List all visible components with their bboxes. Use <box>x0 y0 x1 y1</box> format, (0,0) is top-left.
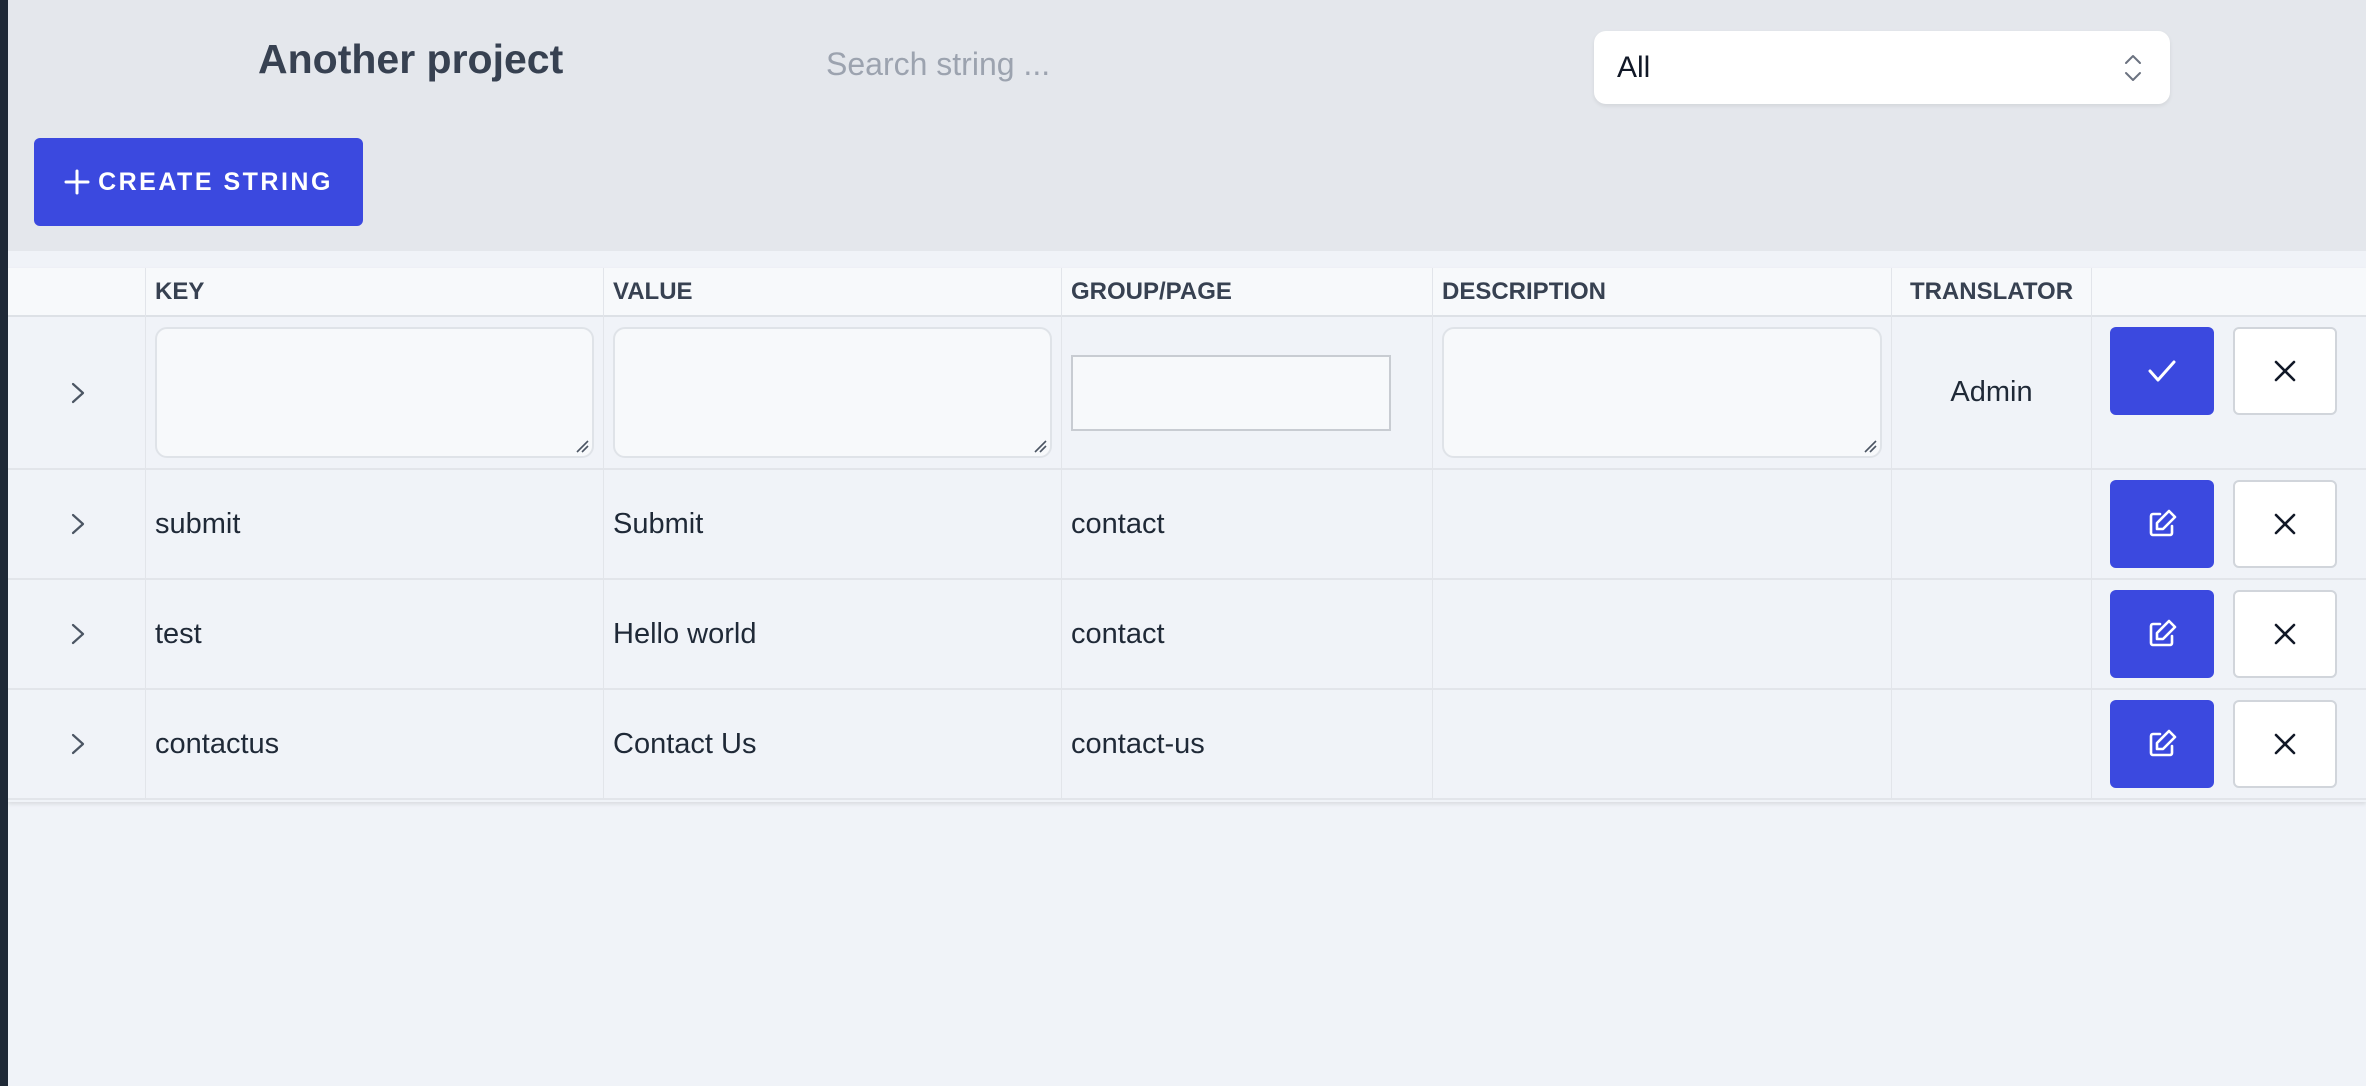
table-row: submit Submit contact <box>8 470 2366 580</box>
translator-value <box>1892 690 2091 798</box>
description-cell <box>1432 690 1891 798</box>
value-cell: Hello world <box>603 580 1061 688</box>
key-cell: contactus <box>145 690 603 798</box>
actions-cell <box>2091 317 2366 468</box>
string-value: Contact Us <box>613 727 757 760</box>
close-icon <box>2274 360 2296 382</box>
filter-select-value: All <box>1617 51 1651 84</box>
edit-icon <box>2149 509 2177 537</box>
translator-cell <box>1891 580 2091 688</box>
check-icon <box>2148 360 2176 382</box>
edit-icon <box>2149 619 2177 647</box>
translator-cell <box>1891 470 2091 578</box>
key-value: submit <box>155 507 241 540</box>
table-row: test Hello world contact <box>8 580 2366 690</box>
group-value: contact <box>1071 507 1165 540</box>
group-input[interactable] <box>1071 355 1391 431</box>
description-cell <box>1432 317 1891 468</box>
resize-grip-icon[interactable] <box>1863 439 1877 453</box>
column-header-key[interactable]: KEY <box>145 268 603 317</box>
confirm-button[interactable] <box>2110 327 2214 415</box>
close-icon <box>2274 513 2296 535</box>
expand-cell <box>8 580 145 688</box>
select-arrows-icon <box>2125 55 2141 81</box>
value-cell: Contact Us <box>603 690 1061 798</box>
close-icon <box>2274 733 2296 755</box>
group-cell: contact <box>1061 470 1432 578</box>
group-cell: contact-us <box>1061 690 1432 798</box>
translator-value <box>1892 580 2091 688</box>
group-cell: contact <box>1061 580 1432 688</box>
resize-grip-icon[interactable] <box>575 439 589 453</box>
group-value: contact-us <box>1071 727 1205 760</box>
key-cell: submit <box>145 470 603 578</box>
chevron-right-icon[interactable] <box>70 512 86 536</box>
description-cell <box>1432 470 1891 578</box>
expand-cell <box>8 317 145 468</box>
column-header-actions <box>2091 268 2366 317</box>
delete-button[interactable] <box>2233 700 2337 788</box>
table-header: KEY VALUE GROUP/PAGE DESCRIPTION TRANSLA… <box>8 268 2366 317</box>
description-textarea[interactable] <box>1442 327 1882 458</box>
actions-cell <box>2091 580 2366 688</box>
resize-grip-icon[interactable] <box>1033 439 1047 453</box>
search-input[interactable] <box>826 34 1346 94</box>
value-cell <box>603 317 1061 468</box>
edit-button[interactable] <box>2110 590 2214 678</box>
edit-button[interactable] <box>2110 700 2214 788</box>
actions-cell <box>2091 470 2366 578</box>
chevron-right-icon[interactable] <box>70 381 86 405</box>
translator-value: Admin <box>1950 376 2033 408</box>
project-title: Another project <box>258 36 564 82</box>
value-textarea[interactable] <box>613 327 1052 458</box>
create-string-button[interactable]: CREATE STRING <box>34 138 363 226</box>
column-header-description[interactable]: DESCRIPTION <box>1432 268 1891 317</box>
page-header: Another project All CREATE STRING <box>8 0 2366 251</box>
key-cell: test <box>145 580 603 688</box>
strings-table: KEY VALUE GROUP/PAGE DESCRIPTION TRANSLA… <box>8 268 2366 802</box>
chevron-right-icon[interactable] <box>70 732 86 756</box>
delete-button[interactable] <box>2233 590 2337 678</box>
column-header-expand <box>8 268 145 317</box>
key-value: test <box>155 617 202 650</box>
key-cell <box>145 317 603 468</box>
page: Another project All CREATE STRING KEY VA… <box>8 0 2366 1086</box>
edit-button[interactable] <box>2110 480 2214 568</box>
edit-icon <box>2149 729 2177 757</box>
key-value: contactus <box>155 727 280 760</box>
string-value: Hello world <box>613 617 757 650</box>
string-value: Submit <box>613 507 704 540</box>
actions-cell <box>2091 690 2366 798</box>
group-value: contact <box>1071 617 1165 650</box>
expand-cell <box>8 470 145 578</box>
column-header-group[interactable]: GROUP/PAGE <box>1061 268 1432 317</box>
column-header-translator[interactable]: TRANSLATOR <box>1891 268 2091 317</box>
filter-select[interactable]: All <box>1594 31 2170 104</box>
group-cell <box>1061 317 1432 468</box>
translator-cell <box>1891 690 2091 798</box>
close-icon <box>2274 623 2296 645</box>
column-header-value[interactable]: VALUE <box>603 268 1061 317</box>
expand-cell <box>8 690 145 798</box>
description-cell <box>1432 580 1891 688</box>
chevron-right-icon[interactable] <box>70 622 86 646</box>
cancel-button[interactable] <box>2233 327 2337 415</box>
create-string-label: CREATE STRING <box>98 167 333 196</box>
table-row: contactus Contact Us contact-us <box>8 690 2366 800</box>
plus-icon <box>64 169 90 195</box>
value-cell: Submit <box>603 470 1061 578</box>
translator-cell: Admin <box>1891 317 2091 468</box>
key-textarea[interactable] <box>155 327 594 458</box>
delete-button[interactable] <box>2233 480 2337 568</box>
translator-value <box>1892 470 2091 578</box>
new-string-row: Admin <box>8 317 2366 470</box>
